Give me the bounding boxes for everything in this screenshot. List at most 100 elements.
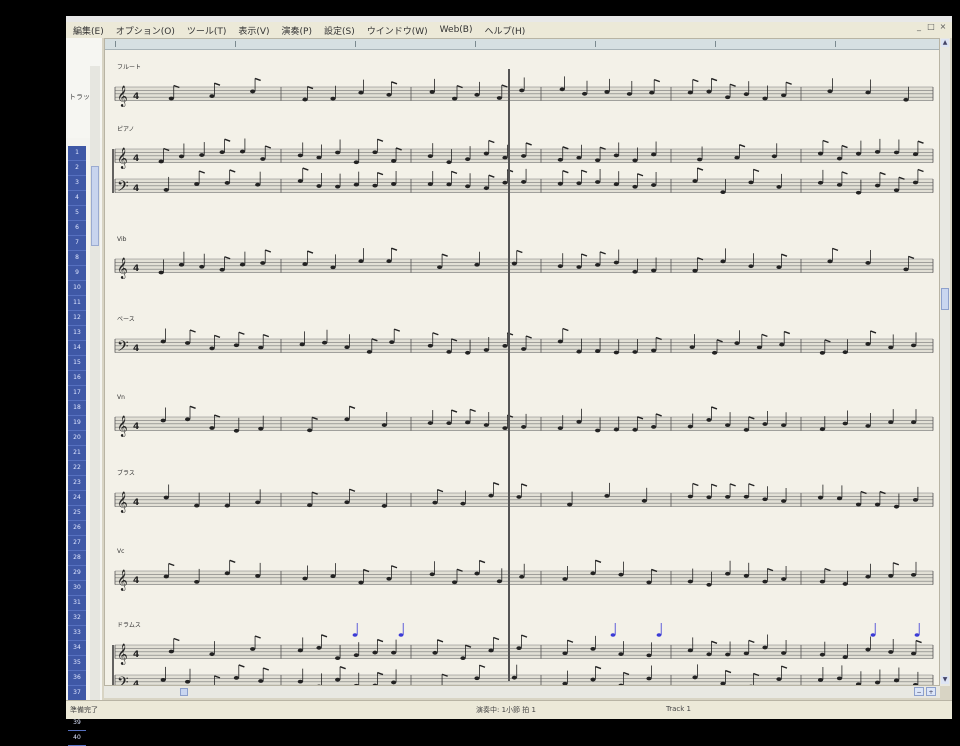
track-row[interactable]: 23	[68, 476, 86, 491]
zoom-out-button[interactable]: −	[914, 687, 924, 696]
track-row[interactable]: 25	[68, 506, 86, 521]
track-row[interactable]: 34	[68, 641, 86, 656]
note-head	[298, 649, 303, 653]
track-row[interactable]: 37	[68, 686, 86, 701]
track-row[interactable]: 17	[68, 386, 86, 401]
track-row[interactable]: 15	[68, 356, 86, 371]
track-row[interactable]: 21	[68, 446, 86, 461]
menu-item-6[interactable]: ウインドウ(W)	[364, 24, 431, 37]
sidebar-scroll-thumb[interactable]	[91, 166, 99, 246]
track-row[interactable]: 35	[68, 656, 86, 671]
track-row[interactable]: 2	[68, 161, 86, 176]
note-head	[875, 681, 880, 685]
track-row[interactable]: 13	[68, 326, 86, 341]
track-row[interactable]: 3	[68, 176, 86, 191]
menu-item-8[interactable]: ヘルプ(H)	[482, 24, 529, 37]
menu-item-2[interactable]: ツール(T)	[184, 24, 230, 37]
note-head	[744, 428, 749, 432]
track-row[interactable]: 5	[68, 206, 86, 221]
note-head	[225, 181, 230, 185]
vertical-scrollbar[interactable]: ▲ ▼	[940, 38, 950, 686]
horizontal-scrollbar[interactable]: − +	[104, 686, 940, 698]
close-button[interactable]: ×	[938, 22, 948, 32]
track-row[interactable]: 22	[68, 461, 86, 476]
clef-symbol: 𝄞	[117, 258, 128, 279]
note-head	[330, 265, 335, 269]
note-head	[688, 649, 693, 653]
track-row[interactable]: 29	[68, 566, 86, 581]
note-beam	[263, 668, 269, 670]
note-beam	[749, 640, 755, 642]
note-beam	[693, 80, 699, 82]
track-row[interactable]: 36	[68, 671, 86, 686]
note-beam	[842, 146, 848, 148]
menu-item-1[interactable]: オプション(O)	[113, 24, 178, 37]
note-head	[748, 264, 753, 268]
track-row[interactable]: 30	[68, 581, 86, 596]
track-row[interactable]: 12	[68, 311, 86, 326]
maximize-button[interactable]: □	[926, 22, 936, 32]
note-beam	[654, 80, 660, 82]
note-beam	[623, 672, 629, 674]
note-beam	[880, 173, 886, 175]
note-head	[903, 268, 908, 272]
track-row[interactable]: 9	[68, 266, 86, 281]
note-beam	[656, 414, 662, 416]
track-row[interactable]: 18	[68, 401, 86, 416]
track-row[interactable]: 6	[68, 221, 86, 236]
menu-item-0[interactable]: 編集(E)	[70, 24, 107, 37]
horizontal-scroll-thumb[interactable]	[180, 688, 188, 696]
menu-item-4[interactable]: 演奏(P)	[279, 24, 315, 37]
track-row[interactable]: 33	[68, 626, 86, 641]
note-head	[776, 185, 781, 189]
score-view[interactable]: フルート𝄞4ピアノ𝄞4𝄢4Vib𝄞4ベース𝄢4Vn𝄞4ブラス𝄞4Vc𝄞4ドラムス…	[104, 38, 940, 686]
note-head	[576, 265, 581, 269]
status-left: 準備完了	[70, 705, 98, 715]
track-row[interactable]: 24	[68, 491, 86, 506]
note-beam	[307, 251, 313, 253]
track-row[interactable]: 7	[68, 236, 86, 251]
score-canvas[interactable]: フルート𝄞4ピアノ𝄞4𝄢4Vib𝄞4ベース𝄢4Vn𝄞4ブラス𝄞4Vc𝄞4ドラムス…	[105, 49, 939, 685]
note-beam	[767, 569, 773, 571]
track-row[interactable]: 28	[68, 551, 86, 566]
note-head	[465, 420, 470, 424]
track-row[interactable]: 4	[68, 191, 86, 206]
minimize-button[interactable]: _	[914, 22, 924, 32]
track-row[interactable]: 27	[68, 536, 86, 551]
track-row[interactable]: 11	[68, 296, 86, 311]
note-beam	[581, 254, 587, 256]
track-row[interactable]: 14	[68, 341, 86, 356]
note-head	[888, 650, 893, 654]
track-row[interactable]: 8	[68, 251, 86, 266]
track-row[interactable]: 1	[68, 146, 86, 161]
note-head	[437, 265, 442, 269]
note-head	[302, 577, 307, 581]
note-head	[604, 494, 609, 498]
sidebar-scrollbar[interactable]	[90, 66, 100, 700]
note-head	[690, 345, 695, 349]
track-row[interactable]: 40	[68, 731, 86, 746]
note-head	[474, 263, 479, 267]
note-head	[164, 496, 169, 500]
menu-item-7[interactable]: Web(B)	[437, 25, 476, 35]
track-row[interactable]: 32	[68, 611, 86, 626]
track-row[interactable]: 16	[68, 371, 86, 386]
vertical-scroll-thumb[interactable]	[941, 288, 949, 310]
track-list[interactable]: 1234567891011121314151617181920212223242…	[68, 146, 86, 706]
menu-item-5[interactable]: 設定(S)	[321, 24, 358, 37]
zoom-in-button[interactable]: +	[926, 687, 936, 696]
note-beam	[739, 145, 745, 147]
track-row[interactable]: 26	[68, 521, 86, 536]
scroll-down-arrow-icon[interactable]: ▼	[941, 676, 949, 684]
track-name-label: ベース	[117, 316, 135, 323]
track-row[interactable]: 20	[68, 431, 86, 446]
scroll-up-arrow-icon[interactable]: ▲	[941, 39, 949, 47]
track-row[interactable]: 31	[68, 596, 86, 611]
note-head	[762, 422, 767, 426]
note-head	[354, 160, 359, 164]
menu-item-3[interactable]: 表示(V)	[235, 24, 272, 37]
track-row[interactable]: 10	[68, 281, 86, 296]
track-row[interactable]: 19	[68, 416, 86, 431]
note-beam	[753, 169, 759, 171]
note-head	[651, 269, 656, 273]
